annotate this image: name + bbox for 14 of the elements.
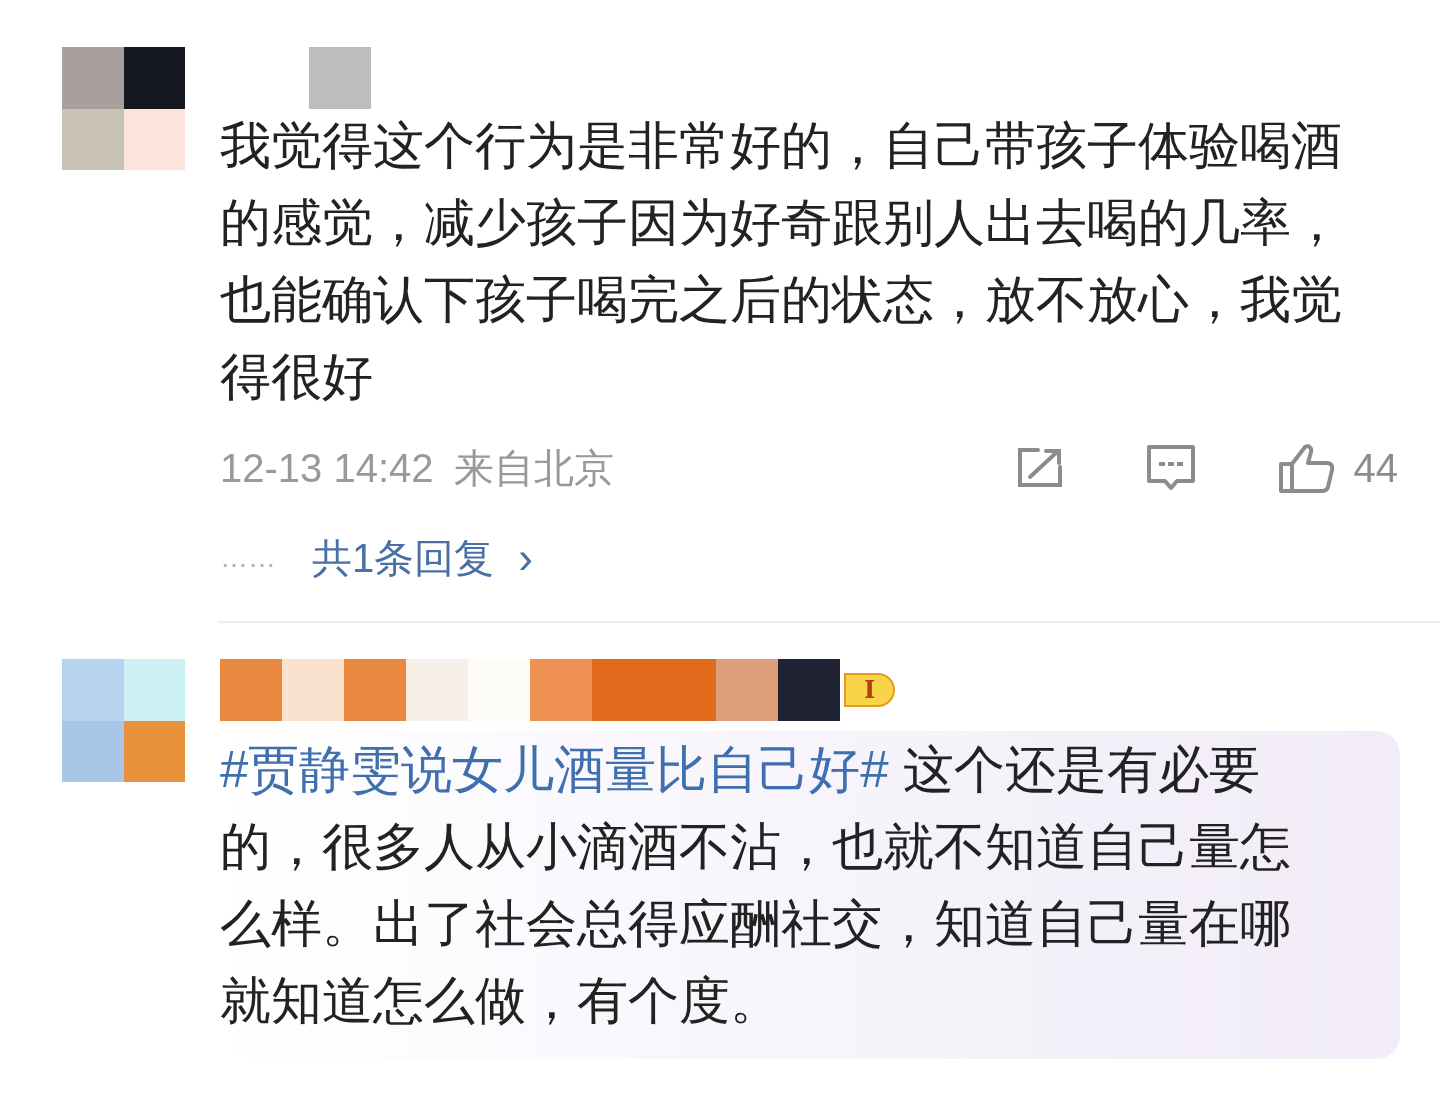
timestamp: 12-13 14:42 [220,445,434,492]
comment-icon[interactable] [1145,444,1196,492]
comment-text: #贾静雯说女儿酒量比自己好# 这个还是有必要的，很多人从小滴酒不沾，也就不知道自己量怎么样。出了社会总得应酬社交，知道自己量在哪就知道怎么做，有个度。 [220,740,1292,1031]
location-text: 来自北京 [453,445,614,492]
share-icon[interactable] [1015,447,1064,489]
hashtag-link[interactable]: #贾静雯说女儿酒量比自己好# [220,741,889,798]
avatar-mosaic[interactable] [62,47,185,170]
pixelated-username [309,47,371,109]
like-count: 44 [1353,445,1398,492]
replies-link[interactable]: 共1条回复 › [312,525,533,591]
ellipsis-text: …… [220,541,276,575]
comment-text: 我觉得这个行为是非常好的，自己带孩子体验喝酒的感觉，减少孩子因为好奇跟别人出去喝的几率，也能确认下孩子喝完之后的状态，放不放心，我觉得很好 [220,116,1343,407]
thumbs-up-icon[interactable] [1277,442,1334,494]
level-badge: I [844,673,896,707]
